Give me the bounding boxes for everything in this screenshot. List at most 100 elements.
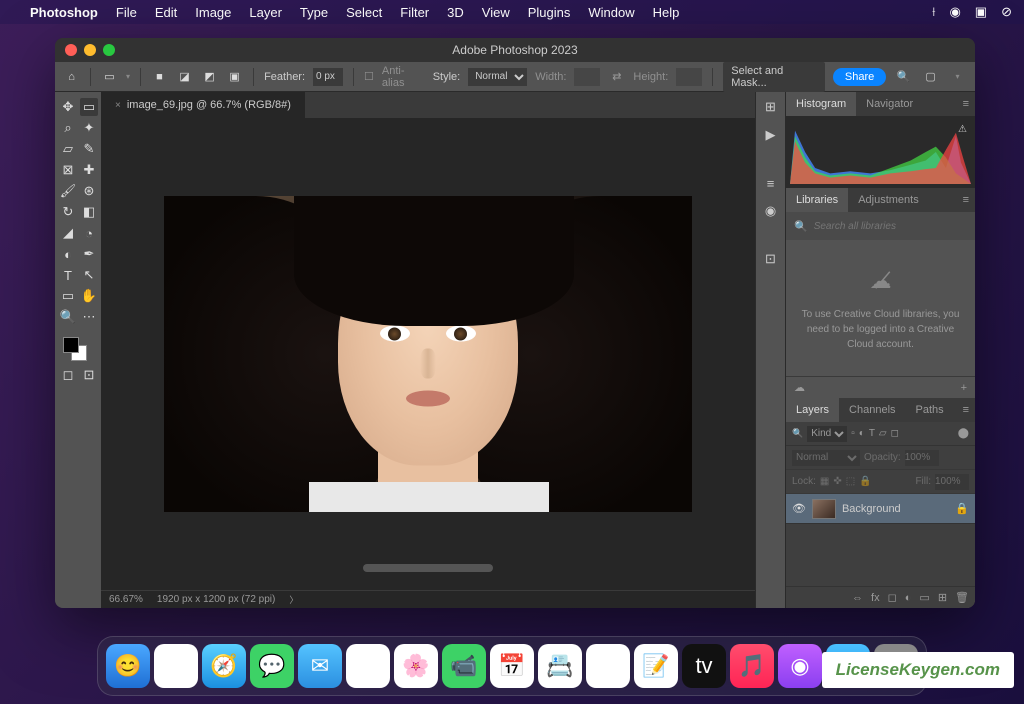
lock-all-icon[interactable]: 🔒 <box>859 476 871 487</box>
histogram-tab[interactable]: Histogram <box>786 92 856 116</box>
subtract-selection-icon[interactable]: ◩ <box>201 68 218 86</box>
dock-messages[interactable]: 💬 <box>250 644 294 688</box>
delete-layer-icon[interactable]: 🗑 <box>955 591 969 604</box>
play-icon[interactable]: ▶ <box>762 126 780 144</box>
layer-row[interactable]: 👁 Background 🔒 <box>786 494 975 524</box>
libraries-tab[interactable]: Libraries <box>786 188 848 212</box>
paths-tab[interactable]: Paths <box>906 398 954 422</box>
document-tab[interactable]: × image_69.jpg @ 66.7% (RGB/8#) <box>101 92 306 118</box>
search-icon[interactable]: 🔍 <box>894 70 913 83</box>
menubar-user-icon[interactable]: ◉ <box>949 4 960 20</box>
filter-toggle-icon[interactable]: ⬤ <box>958 428 969 439</box>
menu-window[interactable]: Window <box>588 5 634 20</box>
dock-facetime[interactable]: 📹 <box>442 644 486 688</box>
dock-reminders[interactable]: ☰ <box>586 644 630 688</box>
filter-shape-icon[interactable]: ▱ <box>879 428 887 439</box>
dock-finder[interactable]: 😊 <box>106 644 150 688</box>
filter-type-icon[interactable]: T <box>869 428 875 439</box>
filter-adjust-icon[interactable]: ◐ <box>859 428 865 439</box>
new-layer-icon[interactable]: ⊞ <box>938 591 947 604</box>
cloud-sync-icon[interactable]: ☁ <box>794 381 805 394</box>
add-selection-icon[interactable]: ◪ <box>176 68 193 86</box>
menu-3d[interactable]: 3D <box>447 5 464 20</box>
layer-fx-icon[interactable]: fx <box>871 592 880 604</box>
dock-mail[interactable]: ✉ <box>298 644 342 688</box>
window-maximize-button[interactable] <box>103 44 115 56</box>
menu-layer[interactable]: Layer <box>249 5 282 20</box>
dock-music[interactable]: 🎵 <box>730 644 774 688</box>
layers-tab[interactable]: Layers <box>786 398 839 422</box>
zoom-level[interactable]: 66.67% <box>109 594 143 605</box>
menu-plugins[interactable]: Plugins <box>528 5 571 20</box>
frame-tool[interactable]: ⊠ <box>59 161 77 179</box>
adjustments-tab[interactable]: Adjustments <box>848 188 929 212</box>
menubar-status-icon[interactable]: ⊘ <box>1001 4 1012 20</box>
menu-edit[interactable]: Edit <box>155 5 177 20</box>
dock-calendar[interactable]: 📅 <box>490 644 534 688</box>
panel-menu-icon-2[interactable]: ≡ <box>957 194 975 206</box>
menu-view[interactable]: View <box>482 5 510 20</box>
libraries-search-input[interactable] <box>814 221 967 232</box>
properties-icon[interactable]: ⊞ <box>762 98 780 116</box>
adjustments-icon[interactable]: ≡ <box>762 174 780 192</box>
path-tool[interactable]: ↖ <box>80 266 98 284</box>
shape-tool[interactable]: ▭ <box>59 287 77 305</box>
group-icon[interactable]: ▭ <box>919 591 929 604</box>
dock-launchpad[interactable]: ⊞ <box>154 644 198 688</box>
lock-pixels-icon[interactable]: ▦ <box>820 476 829 487</box>
menubar-cc-icon[interactable]: ▣ <box>975 4 987 20</box>
crop-tool[interactable]: ▱ <box>59 140 77 158</box>
close-tab-icon[interactable]: × <box>115 100 121 111</box>
hand-tool[interactable]: ✋ <box>80 287 98 305</box>
lasso-tool[interactable]: ⌕ <box>59 119 77 137</box>
brush-tool[interactable]: 🖌 <box>59 182 77 200</box>
menubar-sync-icon[interactable]: ⟊ <box>932 4 935 20</box>
panel-menu-icon-3[interactable]: ≡ <box>957 404 975 416</box>
lock-position-icon[interactable]: ✜ <box>833 476 841 487</box>
screenmode-tool[interactable]: ⊡ <box>80 366 98 384</box>
link-layers-icon[interactable]: ⇔ <box>852 592 863 604</box>
marquee-tool[interactable]: ▭ <box>80 98 98 116</box>
dock-photos[interactable]: 🌸 <box>394 644 438 688</box>
dock-notes[interactable]: 📝 <box>634 644 678 688</box>
intersect-selection-icon[interactable]: ▣ <box>226 68 243 86</box>
menubar-app-name[interactable]: Photoshop <box>30 5 98 20</box>
quickmask-tool[interactable]: ◻ <box>59 366 77 384</box>
layer-thumbnail[interactable] <box>812 499 836 519</box>
dock-contacts[interactable]: 📇 <box>538 644 582 688</box>
fill-input[interactable] <box>935 474 969 490</box>
layer-mask-icon[interactable]: ◻ <box>888 591 897 604</box>
type-tool[interactable]: T <box>59 266 77 284</box>
select-and-mask-button[interactable]: Select and Mask... <box>723 62 825 92</box>
navigator-tab[interactable]: Navigator <box>856 92 923 116</box>
menu-image[interactable]: Image <box>195 5 231 20</box>
eyedropper-tool[interactable]: ✎ <box>80 140 98 158</box>
menu-file[interactable]: File <box>116 5 137 20</box>
selection-tool[interactable]: ✦ <box>80 119 98 137</box>
blend-mode-select[interactable]: Normal <box>792 450 860 466</box>
dock-safari[interactable]: 🧭 <box>202 644 246 688</box>
zoom-tool[interactable]: 🔍 <box>59 308 77 326</box>
character-icon[interactable]: ⊡ <box>762 250 780 268</box>
opacity-input[interactable] <box>905 450 939 466</box>
channels-tab[interactable]: Channels <box>839 398 905 422</box>
document-image[interactable] <box>164 196 692 512</box>
filter-image-icon[interactable]: ▫ <box>851 428 855 439</box>
history-brush-tool[interactable]: ↻ <box>59 203 77 221</box>
marquee-tool-icon[interactable]: ▭ <box>101 68 118 86</box>
adjustment-layer-icon[interactable]: ◐ <box>905 592 912 604</box>
eraser-tool[interactable]: ◧ <box>80 203 98 221</box>
menu-help[interactable]: Help <box>653 5 680 20</box>
menu-select[interactable]: Select <box>346 5 382 20</box>
add-library-icon[interactable]: + <box>961 382 967 394</box>
panel-menu-icon[interactable]: ≡ <box>957 98 975 110</box>
stamp-tool[interactable]: ⊛ <box>80 182 98 200</box>
window-close-button[interactable] <box>65 44 77 56</box>
pen-tool[interactable]: ✒ <box>80 245 98 263</box>
foreground-color[interactable] <box>63 337 79 353</box>
horizontal-scrollbar[interactable] <box>363 564 493 572</box>
dock-podcasts[interactable]: ◉ <box>778 644 822 688</box>
layer-name[interactable]: Background <box>842 503 901 515</box>
histogram-warning-icon[interactable]: ⚠ <box>958 124 967 135</box>
new-selection-icon[interactable]: ■ <box>151 68 168 86</box>
